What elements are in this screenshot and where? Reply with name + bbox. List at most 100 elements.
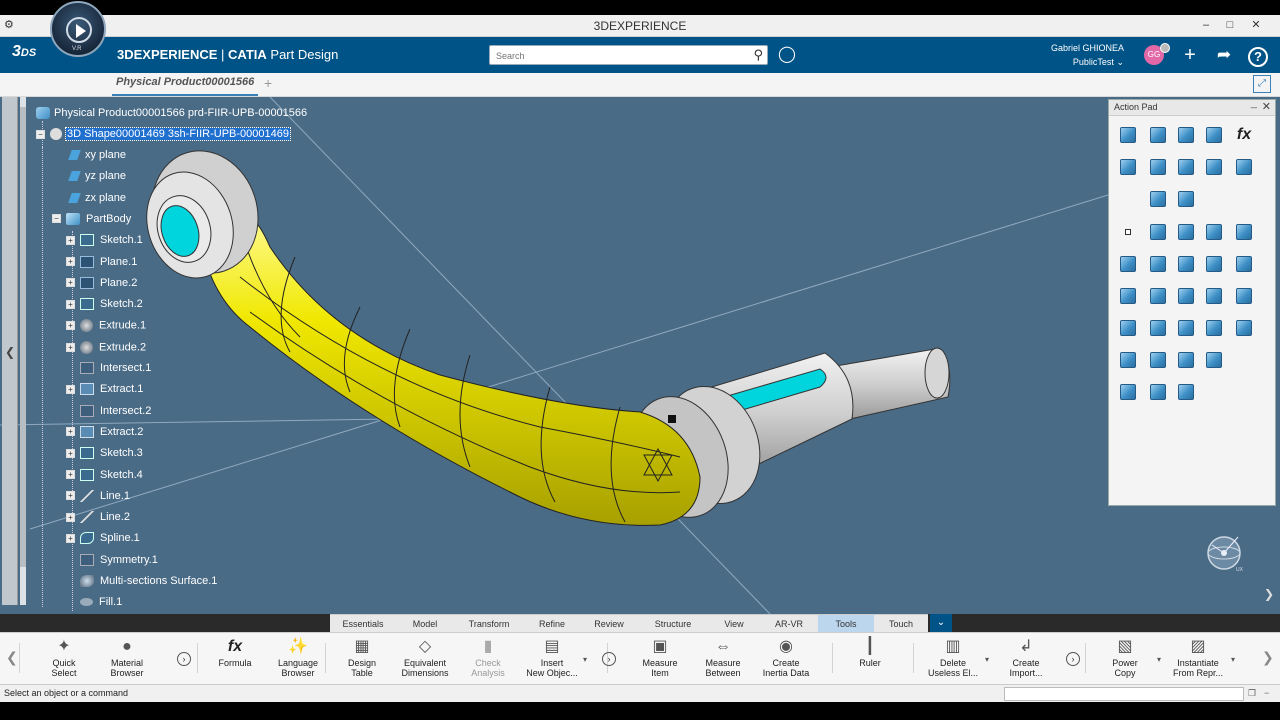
- expand-toggle[interactable]: +: [66, 470, 75, 480]
- formula-button[interactable]: fx Formula: [200, 636, 270, 684]
- formula-icon[interactable]: fx: [1233, 124, 1255, 146]
- sketch-tool-icon[interactable]: [1233, 221, 1255, 243]
- create-import-button[interactable]: ↲ Create Import...: [991, 636, 1061, 684]
- user-pattern-icon[interactable]: [1175, 381, 1197, 403]
- tree-item[interactable]: + Extrude.1: [66, 319, 146, 337]
- dropdown-arrow-icon[interactable]: ▾: [583, 655, 587, 664]
- search-box[interactable]: ⚲: [489, 45, 768, 65]
- expand-right-icon[interactable]: ❯: [1264, 587, 1274, 601]
- tree-item[interactable]: yz plane: [68, 170, 126, 188]
- tree-item[interactable]: + Line.2: [66, 511, 130, 529]
- tree-item[interactable]: Symmetry.1: [66, 553, 158, 572]
- dropdown-arrow-icon[interactable]: ▾: [1157, 655, 1161, 664]
- shaft-icon[interactable]: [1175, 124, 1197, 146]
- pad-icon[interactable]: [1117, 124, 1139, 146]
- tab-view[interactable]: View: [708, 615, 760, 633]
- pattern-icon[interactable]: [1117, 381, 1139, 403]
- tree-item[interactable]: Fill.1: [66, 596, 122, 614]
- tab-model[interactable]: Model: [396, 615, 454, 633]
- expand-toggle[interactable]: +: [66, 427, 75, 437]
- split-icon[interactable]: [1233, 317, 1255, 339]
- 3d-scene[interactable]: [0, 97, 1280, 614]
- design-table-button[interactable]: ▦ Design Table: [327, 636, 397, 684]
- fill-surface-icon[interactable]: [1175, 253, 1197, 275]
- action-pad-close[interactable]: ✕: [1262, 100, 1271, 113]
- 3d-viewport[interactable]: ❮ Physical Product00001566 prd-FIIR-UPB-…: [0, 97, 1280, 614]
- draft-icon[interactable]: [1117, 317, 1139, 339]
- chamfer-icon[interactable]: [1175, 285, 1197, 307]
- tab-physical-product[interactable]: Physical Product00001566: [112, 76, 259, 96]
- tree-item[interactable]: + Spline.1: [66, 532, 140, 550]
- tree-item[interactable]: Intersect.1: [66, 362, 151, 380]
- axis-system-icon[interactable]: [1175, 221, 1197, 243]
- measure-between-button[interactable]: ⇔ Measure Between: [688, 636, 758, 684]
- power-copy-button[interactable]: ▧ Power Copy: [1090, 636, 1160, 684]
- groove-icon[interactable]: [1203, 124, 1225, 146]
- stiffener-icon[interactable]: [1203, 156, 1225, 178]
- add-tab-button[interactable]: +: [264, 75, 272, 91]
- equivalent-dimensions-button[interactable]: ◇ Equivalent Dimensions: [390, 636, 460, 684]
- command-input[interactable]: [1004, 687, 1244, 701]
- tag-icon[interactable]: ◯: [778, 44, 796, 64]
- tree-item[interactable]: Multi-sections Surface.1: [66, 575, 217, 593]
- tree-item[interactable]: + Sketch.1: [66, 234, 143, 252]
- tab-structure[interactable]: Structure: [638, 615, 708, 633]
- expand-toggle[interactable]: +: [66, 491, 75, 501]
- more-commands-icon[interactable]: ›: [1066, 652, 1080, 666]
- add-icon[interactable]: +: [1178, 43, 1202, 67]
- tree-item[interactable]: + Sketch.3: [66, 447, 143, 465]
- tree-item[interactable]: + Sketch.4: [66, 468, 143, 487]
- rib-icon[interactable]: [1147, 156, 1169, 178]
- action-pad-minimize[interactable]: _: [1251, 97, 1257, 109]
- delete-useless-elements-button[interactable]: ▥ Delete Useless El...: [918, 636, 988, 684]
- thick-surface-icon[interactable]: [1117, 253, 1139, 275]
- user-info[interactable]: Gabriel GHIONEA PublicTest ⌄: [1020, 41, 1124, 69]
- tab-review[interactable]: Review: [580, 615, 638, 633]
- play-icon[interactable]: [66, 17, 92, 43]
- expand-toggle[interactable]: +: [66, 278, 75, 288]
- sweep-icon[interactable]: [1147, 253, 1169, 275]
- tree-item[interactable]: + Line.1: [66, 489, 130, 508]
- circular-pattern-icon[interactable]: [1147, 381, 1169, 403]
- rotate-icon[interactable]: [1175, 349, 1197, 371]
- thickness-icon[interactable]: [1233, 285, 1255, 307]
- expand-toggle[interactable]: +: [66, 342, 75, 352]
- search-icon[interactable]: ⚲: [753, 47, 763, 63]
- face-fillet-icon[interactable]: [1175, 317, 1197, 339]
- remove-loft-icon[interactable]: [1175, 188, 1197, 210]
- dropdown-arrow-icon[interactable]: ▾: [985, 655, 989, 664]
- tree-item[interactable]: Intersect.2: [66, 404, 151, 423]
- mirror-icon[interactable]: [1117, 349, 1139, 371]
- more-commands-icon[interactable]: ›: [177, 652, 191, 666]
- minimize-button[interactable]: –: [1196, 17, 1216, 33]
- tab-ar-vr[interactable]: AR-VR: [760, 615, 818, 633]
- tree-item[interactable]: + Plane.1: [66, 255, 137, 274]
- tab-touch[interactable]: Touch: [874, 615, 928, 633]
- dropdown-arrow-icon[interactable]: ▾: [1231, 655, 1235, 664]
- minus-icon[interactable]: −: [1264, 688, 1269, 698]
- insert-new-object-button[interactable]: ▤ Insert New Objec...: [517, 636, 587, 684]
- instantiate-from-repr-button[interactable]: ▨ Instantiate From Repr...: [1163, 636, 1233, 684]
- tab-refine[interactable]: Refine: [524, 615, 580, 633]
- expand-toggle[interactable]: +: [66, 384, 75, 394]
- draft-reflect-icon[interactable]: [1147, 317, 1169, 339]
- tree-shape[interactable]: − 3D Shape00001469 3sh-FIIR-UPB-00001469: [36, 127, 291, 146]
- slot-icon[interactable]: [1175, 156, 1197, 178]
- share-icon[interactable]: ➦: [1212, 43, 1236, 67]
- tab-tools[interactable]: Tools: [818, 615, 874, 633]
- expand-toggle[interactable]: +: [66, 533, 75, 543]
- tree-item[interactable]: − PartBody: [52, 212, 131, 231]
- scrollbar-thumb[interactable]: [20, 107, 26, 567]
- tree-item[interactable]: + Plane.2: [66, 276, 137, 295]
- tree-item[interactable]: + Sketch.2: [66, 298, 143, 316]
- expand-toggle[interactable]: +: [66, 448, 75, 458]
- expand-icon[interactable]: ⤢: [1253, 75, 1271, 93]
- tab-transform[interactable]: Transform: [454, 615, 524, 633]
- tree-item[interactable]: + Extract.1: [66, 383, 143, 401]
- tree-item[interactable]: + Extrude.2: [66, 340, 146, 359]
- quick-select-button[interactable]: ✦ Quick Select: [29, 636, 99, 684]
- expand-toggle[interactable]: +: [66, 257, 75, 267]
- collapse-toggle[interactable]: −: [36, 129, 45, 139]
- expand-toggle[interactable]: −: [52, 214, 61, 224]
- tree-item[interactable]: zx plane: [68, 192, 126, 210]
